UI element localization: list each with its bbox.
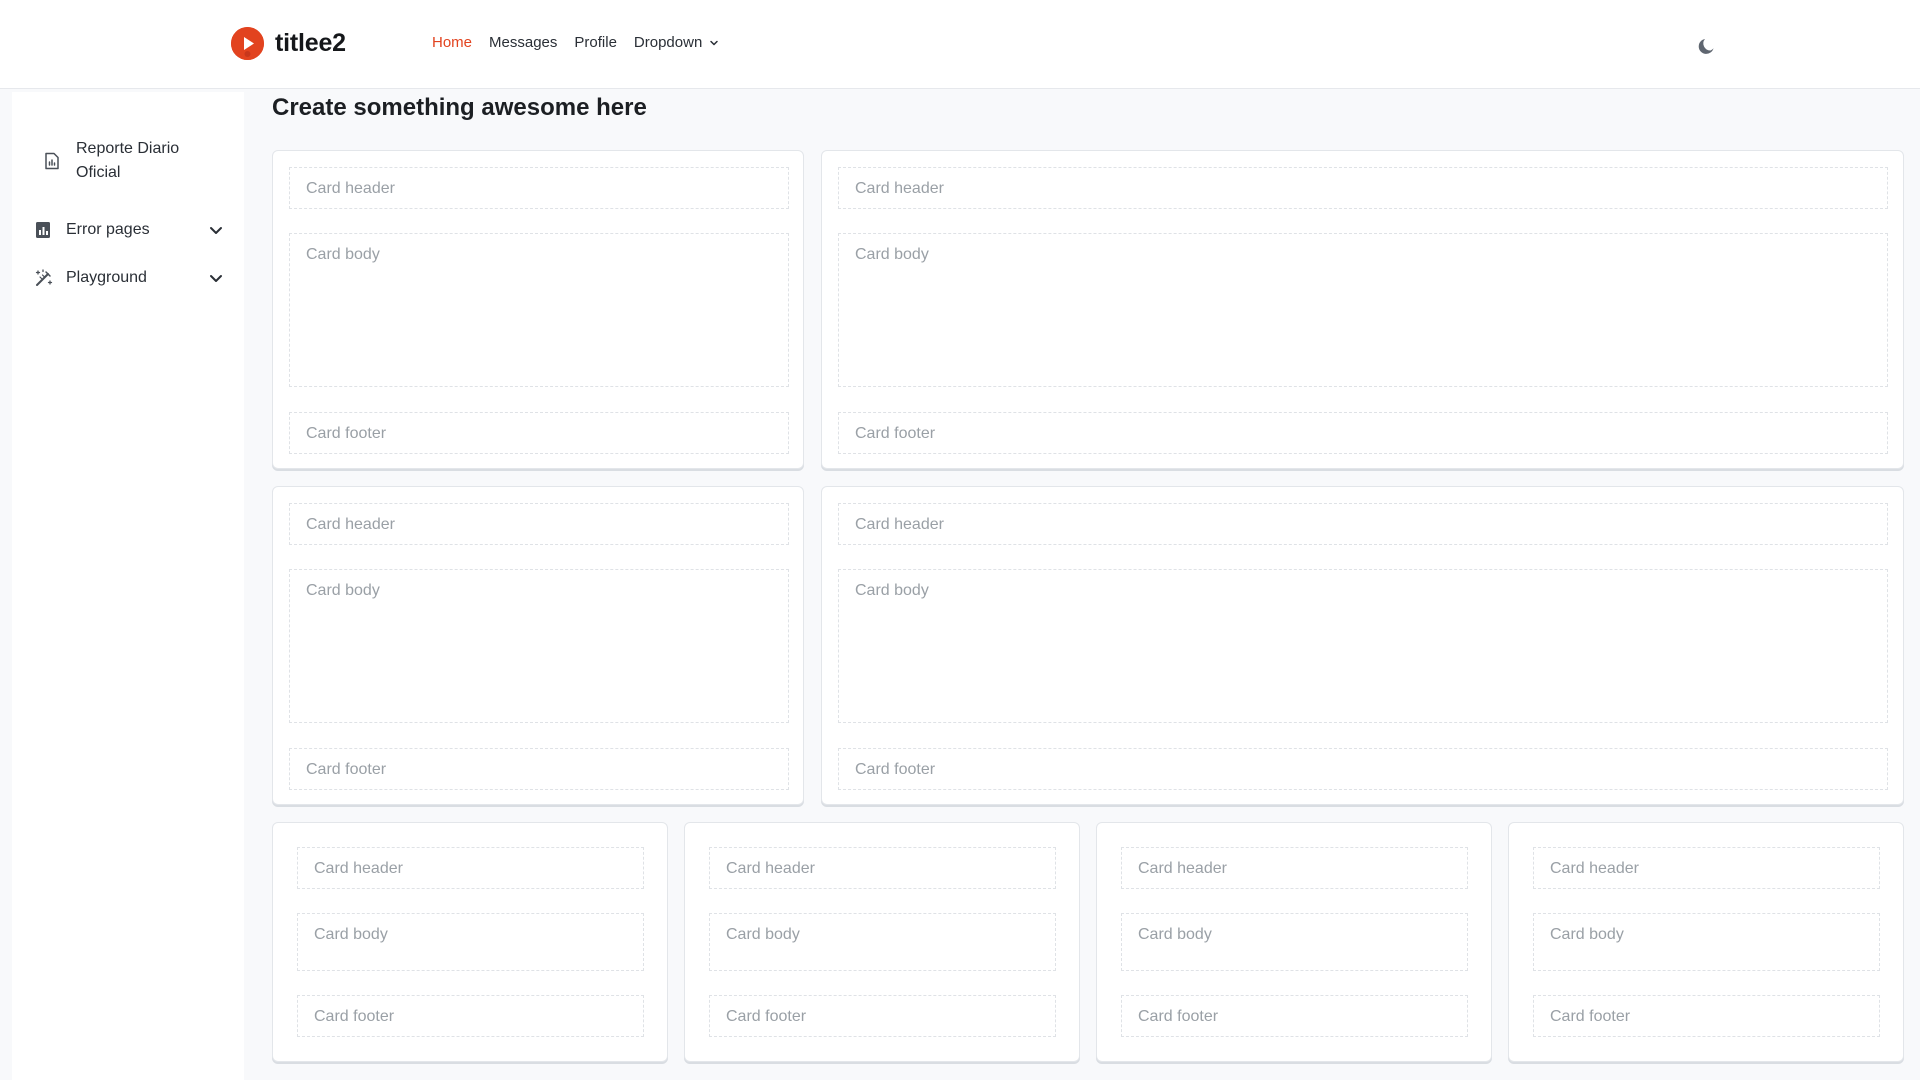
chevron-down-icon[interactable] (208, 222, 224, 238)
sidebar: Reporte Diario Oficial Error pages Playg… (12, 92, 244, 1080)
sidebar-item-label: Reporte Diario Oficial (76, 140, 180, 181)
sidebar-item-error-pages[interactable]: Error pages (34, 218, 224, 242)
card-header: Card header (838, 167, 1888, 209)
card: Card header Card body Card footer (821, 486, 1904, 805)
card: Card header Card body Card footer (272, 486, 804, 805)
card-body: Card body (1533, 913, 1880, 971)
card-header: Card header (1121, 847, 1468, 889)
sidebar-item-reporte-diario-oficial[interactable]: Reporte Diario Oficial (34, 137, 224, 185)
card: Card header Card body Card footer (1508, 822, 1904, 1062)
card-header: Card header (289, 503, 789, 545)
card: Card header Card body Card footer (821, 150, 1904, 469)
page-title: Create something awesome here (272, 94, 647, 121)
card-body: Card body (838, 233, 1888, 387)
card-body: Card body (297, 913, 644, 971)
sidebar-item-playground[interactable]: Playground (34, 266, 224, 290)
card-body: Card body (838, 569, 1888, 723)
nav-messages-link[interactable]: Messages (489, 34, 557, 51)
top-navbar: titlee2 Home Messages Profile Dropdown (0, 0, 1920, 89)
play-logo-icon (231, 27, 264, 60)
card-footer: Card footer (1121, 995, 1468, 1037)
card-header: Card header (709, 847, 1056, 889)
card-footer: Card footer (709, 995, 1056, 1037)
card-footer: Card footer (289, 412, 789, 454)
nav-profile-link[interactable]: Profile (574, 34, 617, 51)
card: Card header Card body Card footer (684, 822, 1080, 1062)
card-header: Card header (838, 503, 1888, 545)
card-footer: Card footer (289, 748, 789, 790)
card-body: Card body (289, 569, 789, 723)
chevron-down-icon[interactable] (208, 270, 224, 286)
nav-home-label: Home (432, 34, 473, 51)
card-footer: Card footer (838, 412, 1888, 454)
card-footer: Card footer (1533, 995, 1880, 1037)
sidebar-item-label: Playground (66, 269, 147, 286)
card-body: Card body (289, 233, 789, 387)
card-header: Card header (1533, 847, 1880, 889)
card-body: Card body (709, 913, 1056, 971)
card-body: Card body (1121, 913, 1468, 971)
card-footer: Card footer (838, 748, 1888, 790)
nav-home-link[interactable]: Home (432, 34, 472, 51)
card-header: Card header (289, 167, 789, 209)
card: Card header Card body Card footer (1096, 822, 1492, 1062)
nav-dropdown-toggle[interactable]: Dropdown (634, 34, 719, 51)
bar-chart-icon (34, 220, 54, 240)
card-footer: Card footer (297, 995, 644, 1037)
nav-dropdown-label: Dropdown (633, 34, 703, 51)
brand[interactable]: titlee2 (231, 27, 346, 60)
brand-title: titlee2 (275, 29, 346, 57)
card-header: Card header (297, 847, 644, 889)
moon-icon (1698, 39, 1714, 54)
main-nav: Home Messages Profile Dropdown (432, 34, 736, 51)
card: Card header Card body Card footer (272, 150, 804, 469)
nav-profile-label: Profile (574, 34, 617, 51)
card: Card header Card body Card footer (272, 822, 668, 1062)
sidebar-item-label: Error pages (66, 221, 150, 238)
magic-wand-icon (34, 268, 54, 288)
chevron-down-icon (710, 40, 719, 45)
theme-toggle-button[interactable] (1697, 35, 1717, 55)
nav-messages-label: Messages (489, 34, 558, 51)
report-icon (42, 151, 62, 171)
